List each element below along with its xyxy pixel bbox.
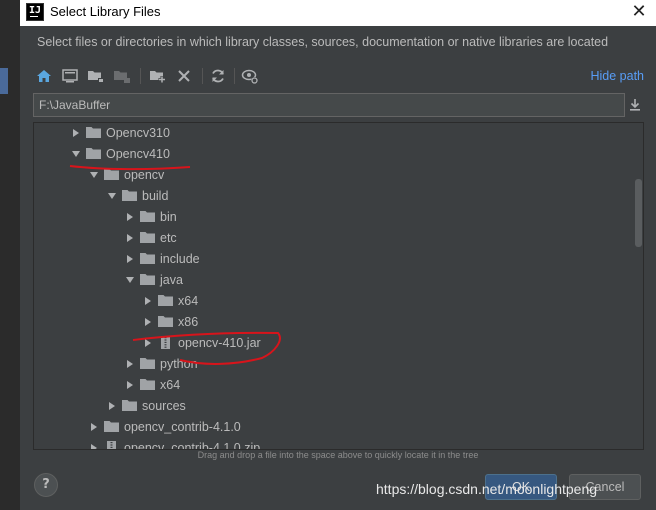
tree-item-label: python — [160, 357, 198, 371]
expanded-arrow-icon[interactable] — [107, 191, 117, 201]
tree-item-folder[interactable]: x64 — [34, 291, 629, 312]
expanded-arrow-icon[interactable] — [89, 170, 99, 180]
collapsed-arrow-icon[interactable] — [89, 422, 99, 432]
tree-item-label: build — [142, 189, 169, 203]
show-hidden-icon[interactable] — [240, 66, 260, 86]
drag-drop-hint: Drag and drop a file into the space abov… — [197, 450, 479, 460]
collapsed-arrow-icon[interactable] — [71, 128, 81, 138]
tree-item-label: include — [160, 252, 200, 266]
tree-item-folder[interactable]: build — [34, 186, 629, 207]
select-library-files-dialog: IJ Select Library Files ✕ Select files o… — [20, 0, 656, 510]
tree-item-label: x64 — [178, 294, 199, 308]
tree-item-folder[interactable]: java — [34, 270, 629, 291]
folder-icon — [158, 295, 173, 306]
close-icon[interactable]: ✕ — [628, 0, 650, 24]
tree-item-label: x86 — [178, 315, 199, 329]
toolbar-separator — [202, 68, 203, 84]
collapsed-arrow-icon[interactable] — [107, 401, 117, 411]
file-tree[interactable]: Opencv310 Opencv410 opencv build bin etc inclu… — [33, 122, 644, 450]
tree-item-folder[interactable]: x86 — [34, 312, 629, 333]
collapsed-arrow-icon[interactable] — [125, 254, 135, 264]
tree-item-folder[interactable]: sources — [34, 396, 629, 417]
background-ide-strip — [0, 0, 20, 510]
window-title: Select Library Files — [50, 4, 161, 19]
tree-item-label: etc — [160, 231, 177, 245]
tree-item-file[interactable]: opencv-410.jar — [34, 333, 629, 354]
folder-icon — [140, 274, 155, 285]
toolbar-separator — [140, 68, 141, 84]
tree-item-label: sources — [142, 399, 186, 413]
folder-icon — [140, 211, 155, 222]
new-folder-icon[interactable] — [148, 66, 168, 86]
expanded-arrow-icon[interactable] — [71, 149, 81, 159]
tree-item-folder[interactable]: etc — [34, 228, 629, 249]
hide-path-link[interactable]: Hide path — [590, 69, 644, 83]
folder-icon — [122, 400, 137, 411]
folder-icon — [122, 190, 137, 201]
tree-item-label: opencv-410.jar — [178, 336, 261, 350]
tree-item-folder[interactable]: bin — [34, 207, 629, 228]
tree-item-label: x64 — [160, 378, 181, 392]
folder-icon — [140, 232, 155, 243]
folder-icon — [104, 169, 119, 180]
desktop-icon[interactable] — [60, 66, 80, 86]
tree-item-folder[interactable]: Opencv410 — [34, 144, 629, 165]
background-ide-marker — [0, 68, 8, 94]
folder-icon — [140, 253, 155, 264]
tree-item-file[interactable]: opencv_contrib-4.1.0.zip — [34, 438, 629, 450]
tree-item-folder[interactable]: opencv — [34, 165, 629, 186]
download-icon[interactable] — [626, 96, 644, 114]
collapsed-arrow-icon[interactable] — [125, 212, 135, 222]
collapsed-arrow-icon[interactable] — [143, 338, 153, 348]
folder-icon — [104, 421, 119, 432]
path-input[interactable]: F:\JavaBuffer — [33, 93, 625, 117]
toolbar — [34, 64, 634, 88]
tree-item-folder[interactable]: x64 — [34, 375, 629, 396]
tree-item-label: opencv_contrib-4.1.0 — [124, 420, 241, 434]
csdn-watermark: https://blog.csdn.net/moonlightpeng — [376, 481, 598, 497]
tree-item-label: java — [160, 273, 183, 287]
help-button[interactable]: ? — [34, 473, 58, 497]
title-bar: IJ Select Library Files ✕ — [20, 0, 656, 26]
module-folder-icon[interactable] — [112, 66, 132, 86]
tree-scrollbar[interactable] — [635, 179, 642, 247]
delete-icon[interactable] — [174, 66, 194, 86]
project-folder-icon[interactable] — [86, 66, 106, 86]
tree-item-folder[interactable]: opencv_contrib-4.1.0 — [34, 417, 629, 438]
folder-icon — [158, 316, 173, 327]
zip-file-icon — [107, 441, 116, 449]
tree-item-folder[interactable]: python — [34, 354, 629, 375]
toolbar-separator — [234, 68, 235, 84]
collapsed-arrow-icon[interactable] — [125, 380, 135, 390]
home-icon[interactable] — [34, 66, 54, 86]
collapsed-arrow-icon[interactable] — [89, 443, 99, 450]
tree-item-folder[interactable]: include — [34, 249, 629, 270]
collapsed-arrow-icon[interactable] — [125, 359, 135, 369]
tree-item-label: bin — [160, 210, 177, 224]
tree-item-label: opencv — [124, 168, 165, 182]
intellij-app-icon: IJ — [26, 3, 44, 21]
dialog-description: Select files or directories in which lib… — [37, 35, 609, 49]
collapsed-arrow-icon[interactable] — [143, 296, 153, 306]
tree-item-label: Opencv410 — [106, 147, 170, 161]
refresh-icon[interactable] — [208, 66, 228, 86]
jar-file-icon — [161, 336, 170, 349]
tree-item-label: Opencv310 — [106, 126, 170, 140]
folder-icon — [86, 148, 101, 159]
folder-icon — [140, 358, 155, 369]
tree-item-label: opencv_contrib-4.1.0.zip — [124, 441, 261, 450]
folder-icon — [86, 127, 101, 138]
tree-item-folder[interactable]: Opencv310 — [34, 123, 629, 144]
collapsed-arrow-icon[interactable] — [125, 233, 135, 243]
collapsed-arrow-icon[interactable] — [143, 317, 153, 327]
folder-icon — [140, 379, 155, 390]
expanded-arrow-icon[interactable] — [125, 275, 135, 285]
